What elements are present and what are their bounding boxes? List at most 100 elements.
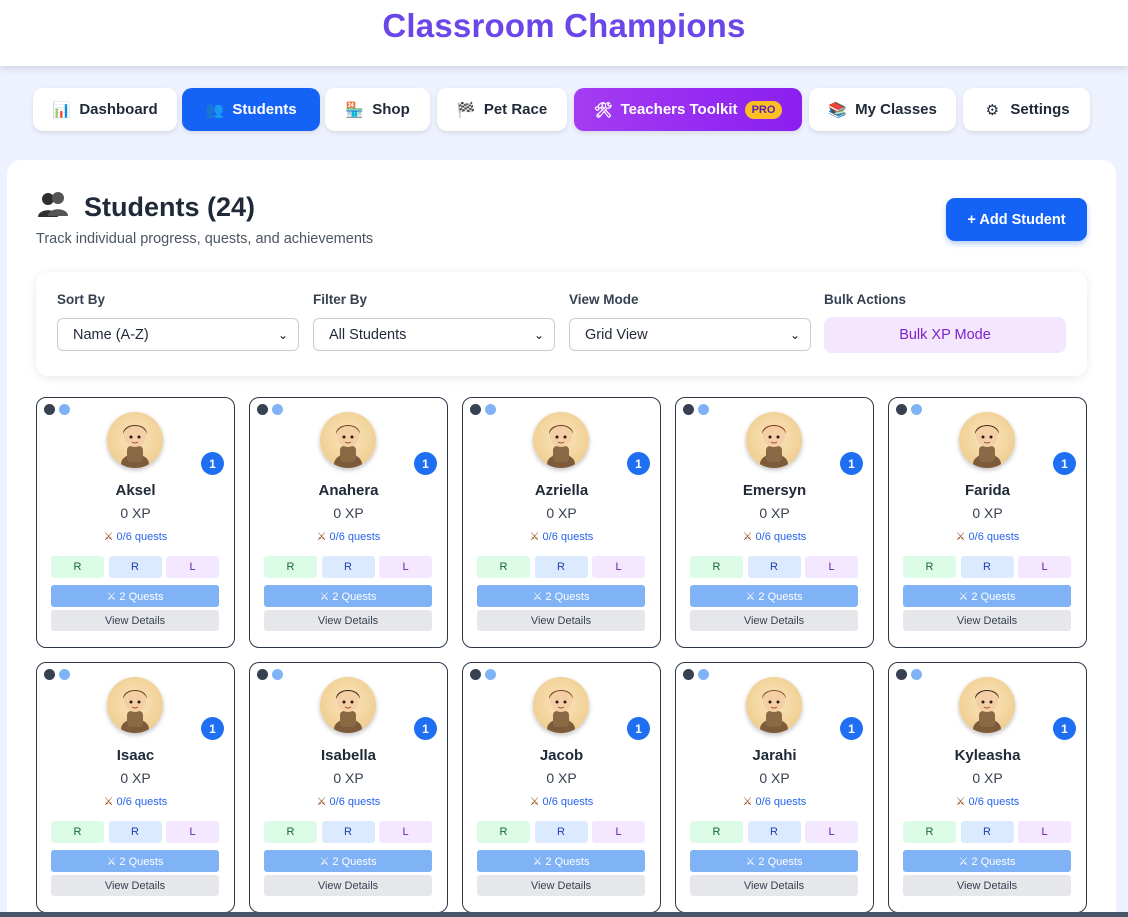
view-details-button[interactable]: View Details — [477, 610, 645, 631]
status-dots — [683, 404, 713, 415]
view-mode-select[interactable]: Grid View ⌄ — [569, 318, 811, 351]
student-xp: 0 XP — [333, 770, 364, 786]
view-details-button[interactable]: View Details — [477, 875, 645, 896]
r-blue-button[interactable]: R — [960, 556, 1014, 578]
r-green-button[interactable]: R — [903, 821, 956, 843]
r-blue-button[interactable]: R — [321, 556, 375, 578]
r-green-button[interactable]: R — [903, 556, 956, 578]
student-card[interactable]: 1 Emersyn 0 XP ⚔ 0/6 quests R R L ⚔ 2 Quests View… — [675, 397, 874, 648]
l-button[interactable]: L — [805, 556, 858, 578]
avatar[interactable] — [107, 412, 163, 468]
student-card[interactable]: 1 Jarahi 0 XP ⚔ 0/6 quests R R L ⚔ 2 Quests View … — [675, 662, 874, 913]
level-badge: 1 — [1053, 717, 1076, 740]
crossed-swords-icon: ⚔ — [529, 531, 540, 543]
status-dots — [257, 404, 287, 415]
student-card[interactable]: 1 Aksel 0 XP ⚔ 0/6 quests R R L ⚔ 2 Quests View D… — [36, 397, 235, 648]
r-green-button[interactable]: R — [264, 821, 317, 843]
status-dots — [470, 669, 500, 680]
quests-button[interactable]: ⚔ 2 Quests — [51, 850, 219, 872]
nav-dashboard[interactable]: 📊 Dashboard — [33, 88, 177, 131]
r-green-button[interactable]: R — [477, 821, 530, 843]
quests-button[interactable]: ⚔ 2 Quests — [264, 585, 432, 607]
skill-buttons: RRL — [477, 821, 645, 843]
avatar[interactable] — [746, 677, 802, 733]
nav-settings[interactable]: ⚙ Settings — [963, 88, 1090, 131]
nav-teachers-toolkit[interactable]: 🛠 Teachers Toolkit PRO — [574, 88, 802, 131]
quests-button[interactable]: ⚔ 2 Quests — [477, 585, 645, 607]
nav-my-classes[interactable]: 📚 My Classes — [809, 88, 956, 131]
r-blue-button[interactable]: R — [321, 821, 375, 843]
avatar[interactable] — [746, 412, 802, 468]
level-badge: 1 — [201, 717, 224, 740]
avatar[interactable] — [533, 677, 589, 733]
r-green-button[interactable]: R — [51, 556, 104, 578]
quests-button[interactable]: ⚔ 2 Quests — [477, 850, 645, 872]
r-blue-button[interactable]: R — [747, 556, 801, 578]
skill-buttons: RRL — [903, 821, 1071, 843]
filter-select[interactable]: All Students ⌄ — [313, 318, 555, 351]
avatar[interactable] — [959, 677, 1015, 733]
avatar[interactable] — [959, 412, 1015, 468]
skill-buttons: RRL — [264, 821, 432, 843]
quests-button[interactable]: ⚔ 2 Quests — [903, 850, 1071, 872]
view-details-button[interactable]: View Details — [51, 610, 219, 631]
student-card[interactable]: 1 Jacob 0 XP ⚔ 0/6 quests R R L ⚔ 2 Quests View D… — [462, 662, 661, 913]
student-xp: 0 XP — [333, 505, 364, 521]
window-bottom-edge — [0, 912, 1128, 917]
r-blue-button[interactable]: R — [747, 821, 801, 843]
student-card[interactable]: 1 Anahera 0 XP ⚔ 0/6 quests R R L ⚔ 2 Quests View… — [249, 397, 448, 648]
l-button[interactable]: L — [592, 556, 645, 578]
r-blue-button[interactable]: R — [108, 556, 162, 578]
view-details-button[interactable]: View Details — [264, 610, 432, 631]
student-card[interactable]: 1 Isabella 0 XP ⚔ 0/6 quests R R L ⚔ 2 Quests Vie… — [249, 662, 448, 913]
nav-pet-race[interactable]: 🏁 Pet Race — [437, 88, 567, 131]
crossed-swords-icon: ⚔ — [529, 796, 540, 808]
student-card[interactable]: 1 Farida 0 XP ⚔ 0/6 quests R R L ⚔ 2 Quests View … — [888, 397, 1087, 648]
r-blue-button[interactable]: R — [108, 821, 162, 843]
view-details-button[interactable]: View Details — [690, 610, 858, 631]
l-button[interactable]: L — [166, 556, 219, 578]
quest-progress-text: 0/6 quests — [329, 796, 381, 808]
r-blue-button[interactable]: R — [534, 556, 588, 578]
quest-progress-text: 0/6 quests — [116, 531, 168, 543]
view-details-button[interactable]: View Details — [264, 875, 432, 896]
view-details-button[interactable]: View Details — [903, 610, 1071, 631]
avatar[interactable] — [107, 677, 163, 733]
nav-shop[interactable]: 🏪 Shop — [325, 88, 430, 131]
add-student-button[interactable]: + Add Student — [946, 198, 1087, 241]
student-card[interactable]: 1 Kyleasha 0 XP ⚔ 0/6 quests R R L ⚔ 2 Quests Vie… — [888, 662, 1087, 913]
r-blue-button[interactable]: R — [534, 821, 588, 843]
avatar[interactable] — [320, 677, 376, 733]
status-dot-dark — [257, 669, 268, 680]
status-dots — [683, 669, 713, 680]
l-button[interactable]: L — [805, 821, 858, 843]
view-details-button[interactable]: View Details — [51, 875, 219, 896]
sort-select[interactable]: Name (A-Z) ⌄ — [57, 318, 299, 351]
avatar[interactable] — [320, 412, 376, 468]
l-button[interactable]: L — [592, 821, 645, 843]
l-button[interactable]: L — [1018, 556, 1071, 578]
quest-progress: ⚔ 0/6 quests — [250, 530, 447, 543]
student-card[interactable]: 1 Isaac 0 XP ⚔ 0/6 quests R R L ⚔ 2 Quests View D… — [36, 662, 235, 913]
nav-students[interactable]: 👥 Students — [182, 88, 320, 131]
student-card[interactable]: 1 Azriella 0 XP ⚔ 0/6 quests R R L ⚔ 2 Quests Vie… — [462, 397, 661, 648]
r-green-button[interactable]: R — [690, 556, 743, 578]
r-green-button[interactable]: R — [51, 821, 104, 843]
r-green-button[interactable]: R — [264, 556, 317, 578]
l-button[interactable]: L — [379, 556, 432, 578]
r-green-button[interactable]: R — [477, 556, 530, 578]
quests-button[interactable]: ⚔ 2 Quests — [690, 850, 858, 872]
r-blue-button[interactable]: R — [960, 821, 1014, 843]
bulk-xp-button[interactable]: Bulk XP Mode — [824, 317, 1066, 353]
view-details-button[interactable]: View Details — [903, 875, 1071, 896]
quests-button[interactable]: ⚔ 2 Quests — [51, 585, 219, 607]
l-button[interactable]: L — [166, 821, 219, 843]
view-details-button[interactable]: View Details — [690, 875, 858, 896]
quests-button[interactable]: ⚔ 2 Quests — [690, 585, 858, 607]
quests-button[interactable]: ⚔ 2 Quests — [264, 850, 432, 872]
l-button[interactable]: L — [379, 821, 432, 843]
quests-button[interactable]: ⚔ 2 Quests — [903, 585, 1071, 607]
l-button[interactable]: L — [1018, 821, 1071, 843]
r-green-button[interactable]: R — [690, 821, 743, 843]
avatar[interactable] — [533, 412, 589, 468]
